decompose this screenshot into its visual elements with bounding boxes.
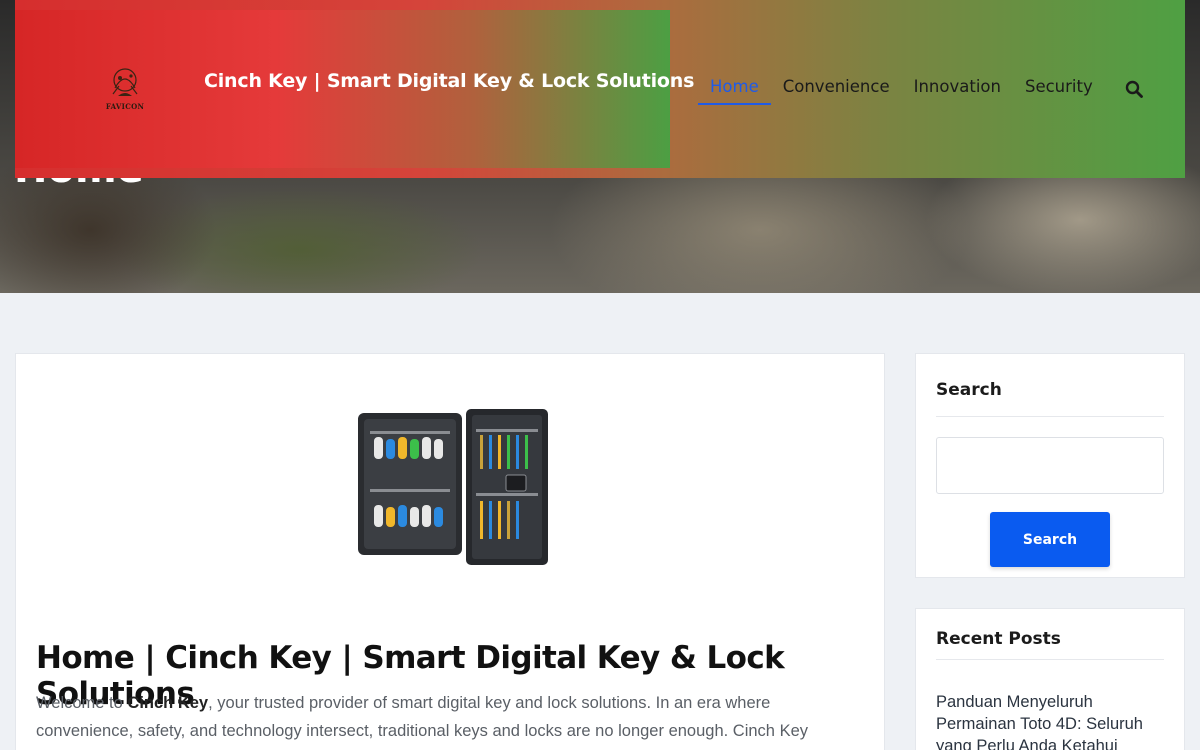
intro-prefix: Welcome to [36, 694, 128, 712]
favicon-logo-icon [112, 68, 138, 96]
search-icon[interactable] [1125, 80, 1143, 98]
nav-item-security[interactable]: Security [1013, 77, 1105, 105]
search-input[interactable] [936, 437, 1164, 494]
nav-item-convenience[interactable]: Convenience [771, 77, 902, 105]
site-logo[interactable]: FAVICON [101, 66, 149, 116]
main-article: Home | Cinch Key | Smart Digital Key & L… [15, 353, 885, 750]
article-intro: Welcome to Cinch Key, your trusted provi… [36, 689, 856, 745]
recent-posts-title: Recent Posts [936, 629, 1061, 649]
logo-text: FAVICON [105, 102, 145, 111]
site-title[interactable]: Cinch Key | Smart Digital Key & Lock Sol… [204, 70, 694, 92]
key-cabinet-image [358, 409, 548, 565]
divider [936, 659, 1164, 660]
main-nav: Home Convenience Innovation Security [698, 77, 1105, 105]
site-header: FAVICON Cinch Key | Smart Digital Key & … [15, 0, 1185, 178]
nav-item-innovation[interactable]: Innovation [902, 77, 1013, 105]
search-widget-title: Search [936, 380, 1002, 400]
search-widget: Search Search [915, 353, 1185, 578]
recent-post-link[interactable]: Panduan Menyeluruh Permainan Toto 4D: Se… [936, 691, 1161, 750]
search-button[interactable]: Search [990, 512, 1110, 567]
divider [936, 416, 1164, 417]
recent-posts-widget: Recent Posts Panduan Menyeluruh Permaina… [915, 608, 1185, 750]
intro-brand: Cinch Key [127, 694, 209, 712]
nav-item-home[interactable]: Home [698, 77, 771, 105]
